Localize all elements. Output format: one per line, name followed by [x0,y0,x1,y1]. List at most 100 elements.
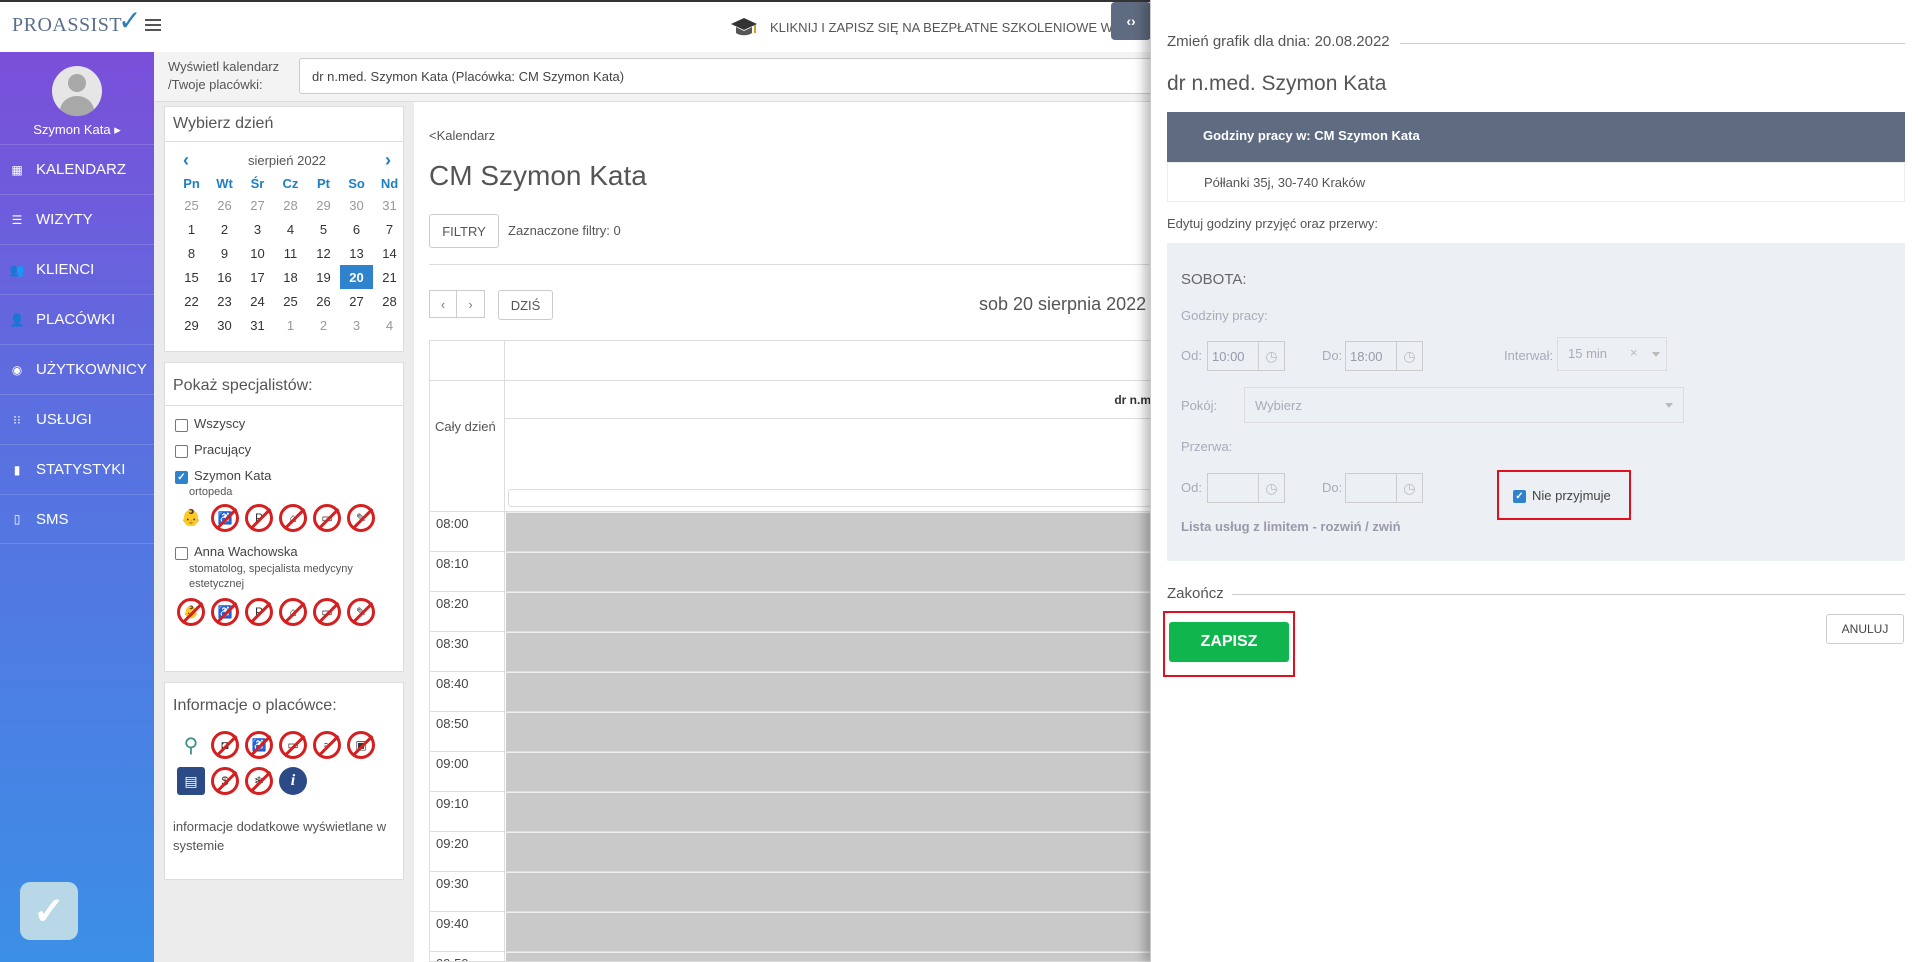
sidebar-item-kalendarz[interactable]: ▦ KALENDARZ [0,144,154,194]
calendar-day[interactable]: 2 [307,313,340,337]
filters-button[interactable]: FILTRY [429,214,499,248]
prev-month-button[interactable]: ‹ [183,150,189,171]
calendar-day[interactable]: 17 [241,265,274,289]
szymon-checkbox[interactable]: ✓ [175,471,188,484]
calendar-day[interactable]: 13 [340,241,373,265]
unavailable-slot[interactable] [506,752,1150,792]
calendar-day[interactable]: 4 [274,217,307,241]
back-to-calendar-link[interactable]: <Kalendarz [429,128,495,143]
working-checkbox[interactable] [175,445,188,458]
profile[interactable]: Szymon Kata ▸ [0,52,154,144]
today-button[interactable]: DZIŚ [498,290,553,320]
interval-select[interactable]: 15 min × [1557,337,1667,371]
menu-toggle-icon[interactable] [145,19,161,31]
calendar-day[interactable]: 29 [307,193,340,217]
filter-all[interactable]: Wszyscy [165,406,403,432]
sidebar-item-wizyty[interactable]: ☰ WIZYTY [0,194,154,244]
calendar-day[interactable]: 28 [373,289,406,313]
code-toggle-icon[interactable]: ‹› [1111,2,1151,40]
info-icon[interactable]: i [279,767,307,795]
room-select[interactable]: Wybierz [1244,387,1684,423]
calendar-day[interactable]: 3 [241,217,274,241]
not-accepting-toggle[interactable]: ✓ Nie przyjmuje [1497,470,1631,520]
calendar-day[interactable]: 31 [241,313,274,337]
calendar-day[interactable]: 25 [274,289,307,313]
calendar-day[interactable]: 12 [307,241,340,265]
calendar-day[interactable]: 21 [373,265,406,289]
calendar-day[interactable]: 19 [307,265,340,289]
unavailable-slot[interactable] [506,672,1150,712]
calendar-day[interactable]: 10 [241,241,274,265]
calendar-day[interactable]: 20 [340,265,373,289]
next-day-button[interactable]: › [457,290,485,318]
calendar-day[interactable]: 30 [208,313,241,337]
all-day-slot[interactable] [508,489,1150,507]
clear-icon[interactable]: × [1630,345,1638,360]
work-from-input[interactable]: 10:00 [1207,341,1259,371]
sidebar-item-uslugi[interactable]: ⁝⁝ USŁUGI [0,394,154,444]
work-to-input[interactable]: 18:00 [1345,341,1397,371]
break-to-input[interactable] [1345,473,1397,503]
sidebar-item-uzytkownicy[interactable]: ◉ UŻYTKOWNICY [0,344,154,394]
unavailable-slot[interactable] [506,712,1150,752]
calendar-day[interactable]: 6 [340,217,373,241]
calendar-day[interactable]: 1 [175,217,208,241]
calendar-day[interactable]: 31 [373,193,406,217]
sidebar-item-klienci[interactable]: 👥 KLIENCI [0,244,154,294]
not-accepting-checkbox[interactable]: ✓ [1513,490,1526,503]
all-checkbox[interactable] [175,419,188,432]
clock-icon[interactable]: ◷ [1397,341,1423,371]
calendar-day[interactable]: 9 [208,241,241,265]
prev-day-button[interactable]: ‹ [429,290,457,318]
unavailable-slot[interactable] [506,952,1150,961]
calendar-day[interactable]: 30 [340,193,373,217]
unavailable-slot[interactable] [506,792,1150,832]
sidebar-item-sms[interactable]: ▯ SMS [0,494,154,544]
logo[interactable]: PROASSIST ✓ [12,6,142,38]
unavailable-slot[interactable] [506,912,1150,952]
calendar-day[interactable]: 26 [307,289,340,313]
calendar-day[interactable]: 29 [175,313,208,337]
anna-checkbox[interactable] [175,547,188,560]
calendar-day[interactable]: 5 [307,217,340,241]
training-promo-link[interactable]: KLIKNIJ I ZAPISZ SIĘ NA BEZPŁATNE SZKOLE… [730,16,1113,38]
calendar-day[interactable]: 27 [241,193,274,217]
work-hours-header[interactable]: Godziny pracy w: CM Szymon Kata [1167,112,1905,162]
unavailable-slot[interactable] [506,872,1150,912]
calendar-day[interactable]: 1 [274,313,307,337]
specialist-szymon-kata[interactable]: ✓ Szymon Kata [165,458,403,484]
cancel-button[interactable]: ANULUJ [1826,614,1904,644]
calendar-day[interactable]: 28 [274,193,307,217]
calendar-day[interactable]: 7 [373,217,406,241]
calendar-day[interactable]: 23 [208,289,241,313]
unavailable-slot[interactable] [506,512,1150,552]
calendar-day[interactable]: 3 [340,313,373,337]
calendar-day[interactable]: 2 [208,217,241,241]
unavailable-slot[interactable] [506,592,1150,632]
next-month-button[interactable]: › [385,150,391,171]
clock-icon[interactable]: ◷ [1259,341,1285,371]
filter-working[interactable]: Pracujący [165,432,403,458]
clock-icon[interactable]: ◷ [1397,473,1423,503]
sidebar-item-statystyki[interactable]: ▮ STATYSTYKI [0,444,154,494]
calendar-day[interactable]: 15 [175,265,208,289]
unavailable-slot[interactable] [506,552,1150,592]
calendar-day[interactable]: 26 [208,193,241,217]
clock-icon[interactable]: ◷ [1259,473,1285,503]
break-from-input[interactable] [1207,473,1259,503]
calendar-day[interactable]: 22 [175,289,208,313]
app-badge-icon[interactable]: ✓ [20,882,78,940]
specialist-anna-wachowska[interactable]: Anna Wachowska [165,532,403,560]
calendar-day[interactable]: 27 [340,289,373,313]
calendar-day[interactable]: 14 [373,241,406,265]
calendar-day[interactable]: 8 [175,241,208,265]
unavailable-slot[interactable] [506,832,1150,872]
calendar-day[interactable]: 24 [241,289,274,313]
calendar-day[interactable]: 18 [274,265,307,289]
profile-name[interactable]: Szymon Kata ▸ [0,122,154,138]
calendar-day[interactable]: 16 [208,265,241,289]
calendar-select[interactable]: dr n.med. Szymon Kata (Placówka: CM Szym… [299,58,1159,94]
calendar-day[interactable]: 25 [175,193,208,217]
unavailable-slot[interactable] [506,632,1150,672]
sidebar-item-placowki[interactable]: 👤 PLACÓWKI [0,294,154,344]
